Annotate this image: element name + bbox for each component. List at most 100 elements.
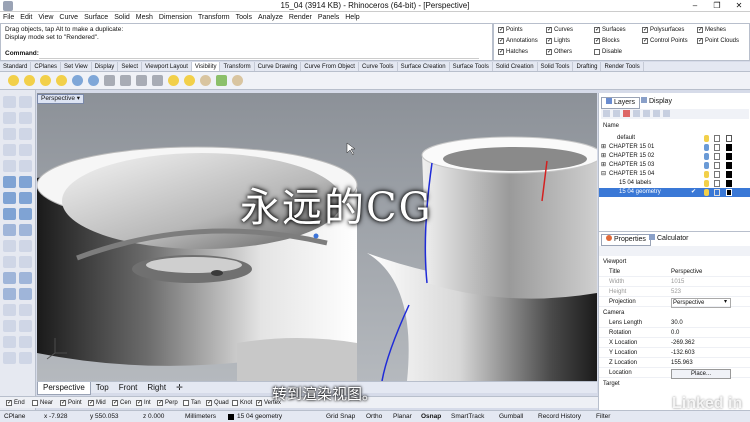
unlock-icon[interactable] bbox=[714, 144, 720, 151]
copy-icon[interactable] bbox=[19, 272, 32, 284]
toolbar-tab[interactable]: Select bbox=[118, 62, 142, 71]
box-solid-icon[interactable] bbox=[3, 192, 16, 204]
lock-icon[interactable] bbox=[104, 75, 115, 86]
viewport-title-tab[interactable]: Perspective ▾ bbox=[37, 94, 85, 104]
filter-hatches[interactable]: ✓ Hatches bbox=[498, 49, 528, 55]
lightbulb-icon[interactable] bbox=[8, 75, 19, 86]
property-value[interactable]: -132.603 bbox=[671, 348, 695, 358]
chevron-down-icon[interactable]: ▾ bbox=[724, 297, 727, 307]
toolbar-tab-active[interactable]: Visibility bbox=[191, 62, 221, 71]
dimension-icon[interactable] bbox=[3, 304, 16, 316]
menu-help[interactable]: Help bbox=[342, 12, 362, 23]
visibility-bulb-icon[interactable] bbox=[704, 180, 709, 187]
lightbulb-icon[interactable] bbox=[24, 75, 35, 86]
toolbar-tab[interactable]: CPlanes bbox=[31, 62, 62, 71]
record-history-toggle[interactable]: Record History bbox=[538, 411, 581, 422]
menu-view[interactable]: View bbox=[35, 12, 56, 23]
tab-perspective[interactable]: Perspective bbox=[37, 382, 91, 395]
circle-icon[interactable] bbox=[3, 128, 16, 140]
unlock-icon[interactable] bbox=[152, 75, 163, 86]
visibility-bulb-icon[interactable] bbox=[704, 135, 709, 142]
property-value[interactable]: 30.0 bbox=[671, 318, 683, 328]
rectangle-icon[interactable] bbox=[19, 144, 32, 156]
toolbar-tab[interactable]: Set View bbox=[61, 62, 92, 71]
visibility-bulb-icon[interactable] bbox=[704, 189, 709, 196]
projection-dropdown[interactable]: Perspective bbox=[671, 298, 731, 308]
layer-tool-icon[interactable] bbox=[3, 320, 16, 332]
osnap-knot[interactable]: Knot bbox=[232, 400, 252, 406]
filter-lights[interactable]: ✓ Lights bbox=[546, 38, 570, 44]
layer-row[interactable]: 15 04 labels bbox=[599, 179, 750, 188]
smarttrack-toggle[interactable]: SmartTrack bbox=[451, 411, 484, 422]
filter-point-clouds[interactable]: ✓ Point Clouds bbox=[697, 38, 739, 44]
minimize-button[interactable]: – bbox=[684, 0, 706, 12]
ellipse-icon[interactable] bbox=[3, 144, 16, 156]
more-tools-icon[interactable] bbox=[19, 352, 32, 364]
move-icon[interactable] bbox=[3, 272, 16, 284]
tree-expander-icon[interactable]: ⊞ bbox=[601, 161, 606, 170]
layer-color-swatch[interactable] bbox=[726, 135, 732, 142]
scale-icon[interactable] bbox=[19, 288, 32, 300]
render-tool-icon[interactable] bbox=[19, 320, 32, 332]
text-icon[interactable] bbox=[3, 224, 16, 236]
menu-surface[interactable]: Surface bbox=[81, 12, 111, 23]
toolbar-tab[interactable]: Surface Creation bbox=[398, 62, 450, 71]
layer-color-swatch[interactable] bbox=[726, 144, 732, 151]
unlock-icon[interactable] bbox=[714, 162, 720, 169]
menu-panels[interactable]: Panels bbox=[315, 12, 342, 23]
cplane-icon[interactable] bbox=[3, 336, 16, 348]
place-location-button[interactable]: Place... bbox=[671, 369, 731, 379]
arc-icon[interactable] bbox=[19, 128, 32, 140]
tab-right[interactable]: Right bbox=[142, 382, 171, 394]
filter-others[interactable]: ✓ Others bbox=[546, 49, 572, 55]
mesh-icon[interactable] bbox=[3, 208, 16, 220]
tab-calculator[interactable]: Calculator bbox=[645, 234, 693, 244]
layer-color-swatch[interactable] bbox=[726, 171, 732, 178]
osnap-near[interactable]: Near bbox=[32, 400, 53, 406]
tab-layers[interactable]: Layers bbox=[601, 97, 641, 109]
osnap-mid[interactable]: ✓ Mid bbox=[88, 400, 106, 406]
curve-icon[interactable] bbox=[19, 112, 32, 124]
osnap-tan[interactable]: Tan bbox=[183, 400, 201, 406]
add-viewport-tab-icon[interactable]: ✛ bbox=[171, 382, 188, 394]
osnap-perp[interactable]: ✓ Perp bbox=[157, 400, 178, 406]
layer-row[interactable]: ⊞ CHAPTER 15 03 bbox=[599, 161, 750, 170]
new-sublayer-icon[interactable] bbox=[613, 110, 620, 117]
menu-file[interactable]: File bbox=[0, 12, 17, 23]
planar-toggle[interactable]: Planar bbox=[393, 411, 412, 422]
layer-color-swatch[interactable] bbox=[726, 180, 732, 187]
status-current-layer[interactable]: 15 04 geometry bbox=[228, 411, 282, 422]
perspective-viewport[interactable] bbox=[37, 93, 597, 381]
visibility-bulb-icon[interactable] bbox=[704, 153, 709, 160]
tree-expander-icon[interactable]: ⊞ bbox=[601, 152, 606, 161]
lightbulb-icon[interactable] bbox=[40, 75, 51, 86]
menu-dimension[interactable]: Dimension bbox=[156, 12, 195, 23]
delete-layer-icon[interactable] bbox=[623, 110, 630, 117]
unlock-icon[interactable] bbox=[714, 189, 720, 196]
grid-icon[interactable] bbox=[19, 336, 32, 348]
status-cplane[interactable]: CPlane bbox=[4, 411, 25, 422]
toolbar-tab[interactable]: Render Tools bbox=[601, 62, 644, 71]
tree-expander-icon[interactable]: ⊞ bbox=[601, 143, 606, 152]
toolbar-tab[interactable]: Display bbox=[92, 62, 119, 71]
layer-color-swatch[interactable] bbox=[726, 189, 732, 196]
hand-icon[interactable] bbox=[232, 75, 243, 86]
trim-icon[interactable] bbox=[3, 240, 16, 252]
toolbar-tab[interactable]: Curve From Object bbox=[301, 62, 359, 71]
property-value[interactable]: Perspective bbox=[671, 267, 702, 277]
lock-icon[interactable] bbox=[120, 75, 131, 86]
menu-mesh[interactable]: Mesh bbox=[133, 12, 156, 23]
menu-solid[interactable]: Solid bbox=[111, 12, 133, 23]
select-arrow-icon[interactable] bbox=[3, 96, 16, 108]
toolbar-tab[interactable]: Standard bbox=[0, 62, 32, 71]
osnap-point[interactable]: ✓ Point bbox=[60, 400, 82, 406]
grid-snap-toggle[interactable]: Grid Snap bbox=[326, 411, 355, 422]
current-layer-check-icon[interactable]: ✔ bbox=[691, 188, 696, 197]
layer-row[interactable]: ⊞ CHAPTER 15 01 bbox=[599, 143, 750, 152]
gumball-toggle[interactable]: Gumball bbox=[499, 411, 523, 422]
move-down-icon[interactable] bbox=[643, 110, 650, 117]
filter-blocks[interactable]: ✓ Blocks bbox=[594, 38, 620, 44]
layer-color-swatch[interactable] bbox=[726, 162, 732, 169]
lightbulb-icon[interactable] bbox=[184, 75, 195, 86]
ortho-toggle[interactable]: Ortho bbox=[366, 411, 382, 422]
